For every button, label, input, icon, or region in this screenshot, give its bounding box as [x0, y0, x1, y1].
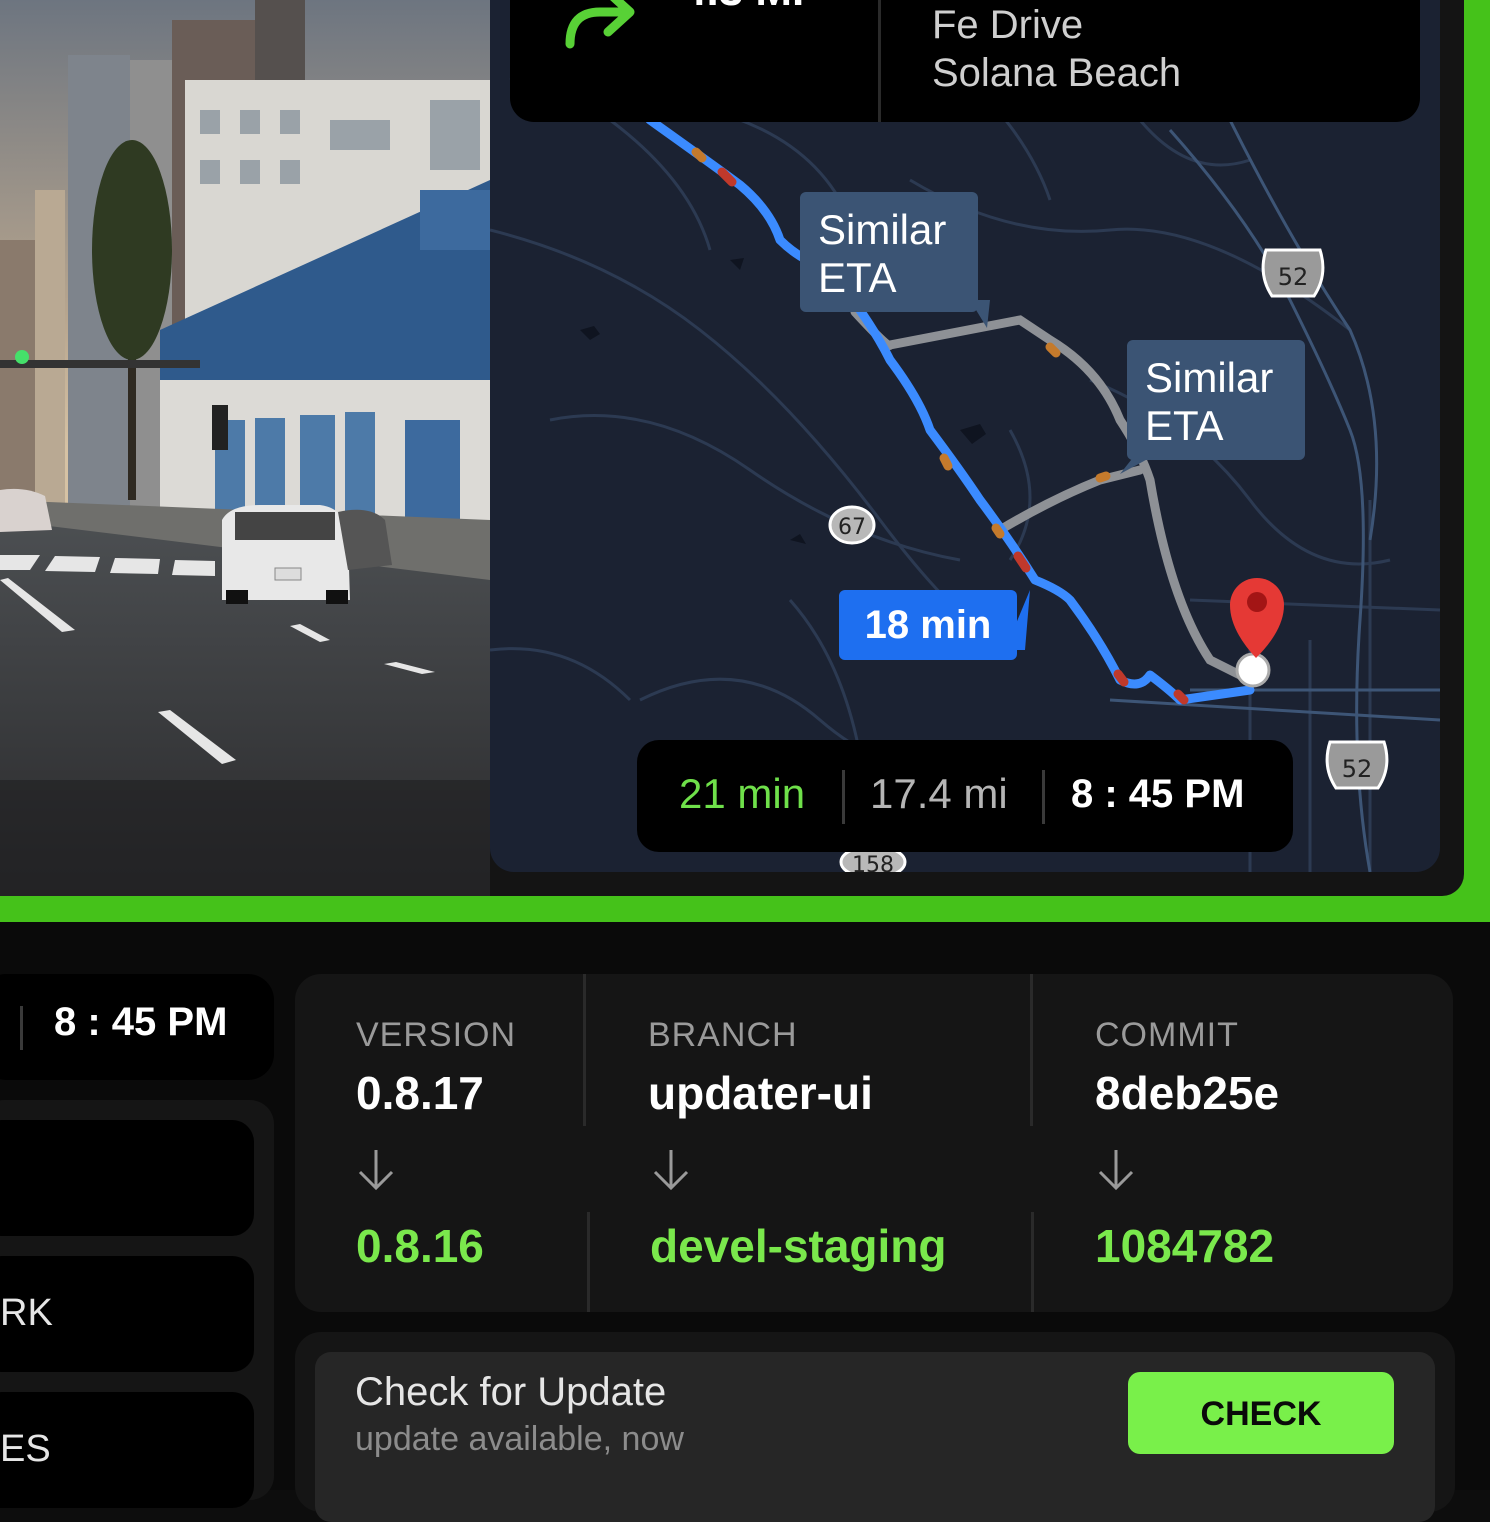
current-version: 0.8.17 [356, 1067, 484, 1119]
city-name: Solana Beach [932, 51, 1182, 95]
software-info-card: VERSION 0.8.17 0.8.16 BRANCH updater-ui … [295, 974, 1453, 1312]
turn-distance: 4.3 MI [682, 0, 804, 16]
current-branch: updater-ui [648, 1067, 873, 1119]
arrow-down-icon [653, 1150, 689, 1191]
update-title: Check for Update [355, 1370, 667, 1414]
svg-text:158: 158 [852, 853, 894, 872]
turn-instruction-card: 4.3 MI Fe Drive Solana Beach [510, 0, 1420, 122]
divider [1031, 1212, 1034, 1312]
sidebar-item-network[interactable]: RK [0, 1256, 254, 1372]
update-subtitle: update available, now [355, 1420, 684, 1458]
route-time-label[interactable]: 18 min [839, 590, 1017, 660]
svg-text:67: 67 [838, 515, 866, 540]
target-version: 0.8.16 [356, 1220, 484, 1272]
sidebar-item-devices[interactable]: ES [0, 1392, 254, 1508]
divider [20, 1006, 23, 1050]
divider [1030, 974, 1033, 1126]
highway-shield: 52 [1261, 248, 1325, 298]
check-update-row: Check for Update update available, now C… [315, 1352, 1435, 1522]
svg-text:52: 52 [1278, 263, 1309, 291]
check-button[interactable]: CHECK [1128, 1372, 1394, 1454]
divider [1042, 770, 1045, 824]
callout-line1: Similar [1145, 354, 1274, 401]
commit-label: COMMIT [1095, 1016, 1239, 1054]
divider [878, 0, 881, 122]
highway-shield: 52 [1325, 740, 1389, 790]
sidebar-clock: 8 : 45 PM [0, 974, 274, 1080]
highway-shield: 67 [828, 505, 876, 545]
divider [587, 1212, 590, 1312]
divider [583, 974, 586, 1126]
callout-line1: Similar [818, 206, 947, 253]
alt-route-callout[interactable]: Similar ETA [1127, 340, 1305, 460]
sidebar-item[interactable] [0, 1120, 254, 1236]
alt-route-callout[interactable]: Similar ETA [800, 192, 978, 312]
turn-right-icon [565, 0, 635, 49]
update-card: Check for Update update available, now C… [295, 1332, 1455, 1522]
camera-feed [0, 0, 490, 896]
arrow-down-icon [1098, 1150, 1134, 1191]
divider [842, 770, 845, 824]
trip-distance: 17.4 mi [870, 770, 1008, 817]
sidebar-menu: RK ES [0, 1100, 274, 1508]
target-branch: devel-staging [650, 1220, 947, 1272]
sidebar-time: 8 : 45 PM [54, 1000, 228, 1044]
driving-view: 52 52 67 158 Similar ETA Similar ETA 18 … [0, 0, 1464, 896]
branch-label: BRANCH [648, 1016, 798, 1054]
callout-line2: ETA [1145, 402, 1224, 449]
arrow-down-icon [358, 1150, 394, 1191]
street-name: Fe Drive [932, 3, 1084, 47]
callout-line2: ETA [818, 254, 897, 301]
version-label: VERSION [356, 1016, 517, 1054]
sidebar-item-label: RK [0, 1292, 53, 1334]
current-commit: 8deb25e [1095, 1067, 1280, 1119]
trip-duration: 21 min [679, 770, 806, 817]
driving-view-frame: 52 52 67 158 Similar ETA Similar ETA 18 … [0, 0, 1490, 922]
target-commit: 1084782 [1095, 1220, 1275, 1272]
svg-text:52: 52 [1342, 755, 1373, 783]
trip-summary-bar[interactable]: 21 min 17.4 mi 8 : 45 PM [637, 740, 1293, 852]
sidebar-item-label: ES [0, 1428, 51, 1470]
arrival-time: 8 : 45 PM [1071, 772, 1245, 816]
